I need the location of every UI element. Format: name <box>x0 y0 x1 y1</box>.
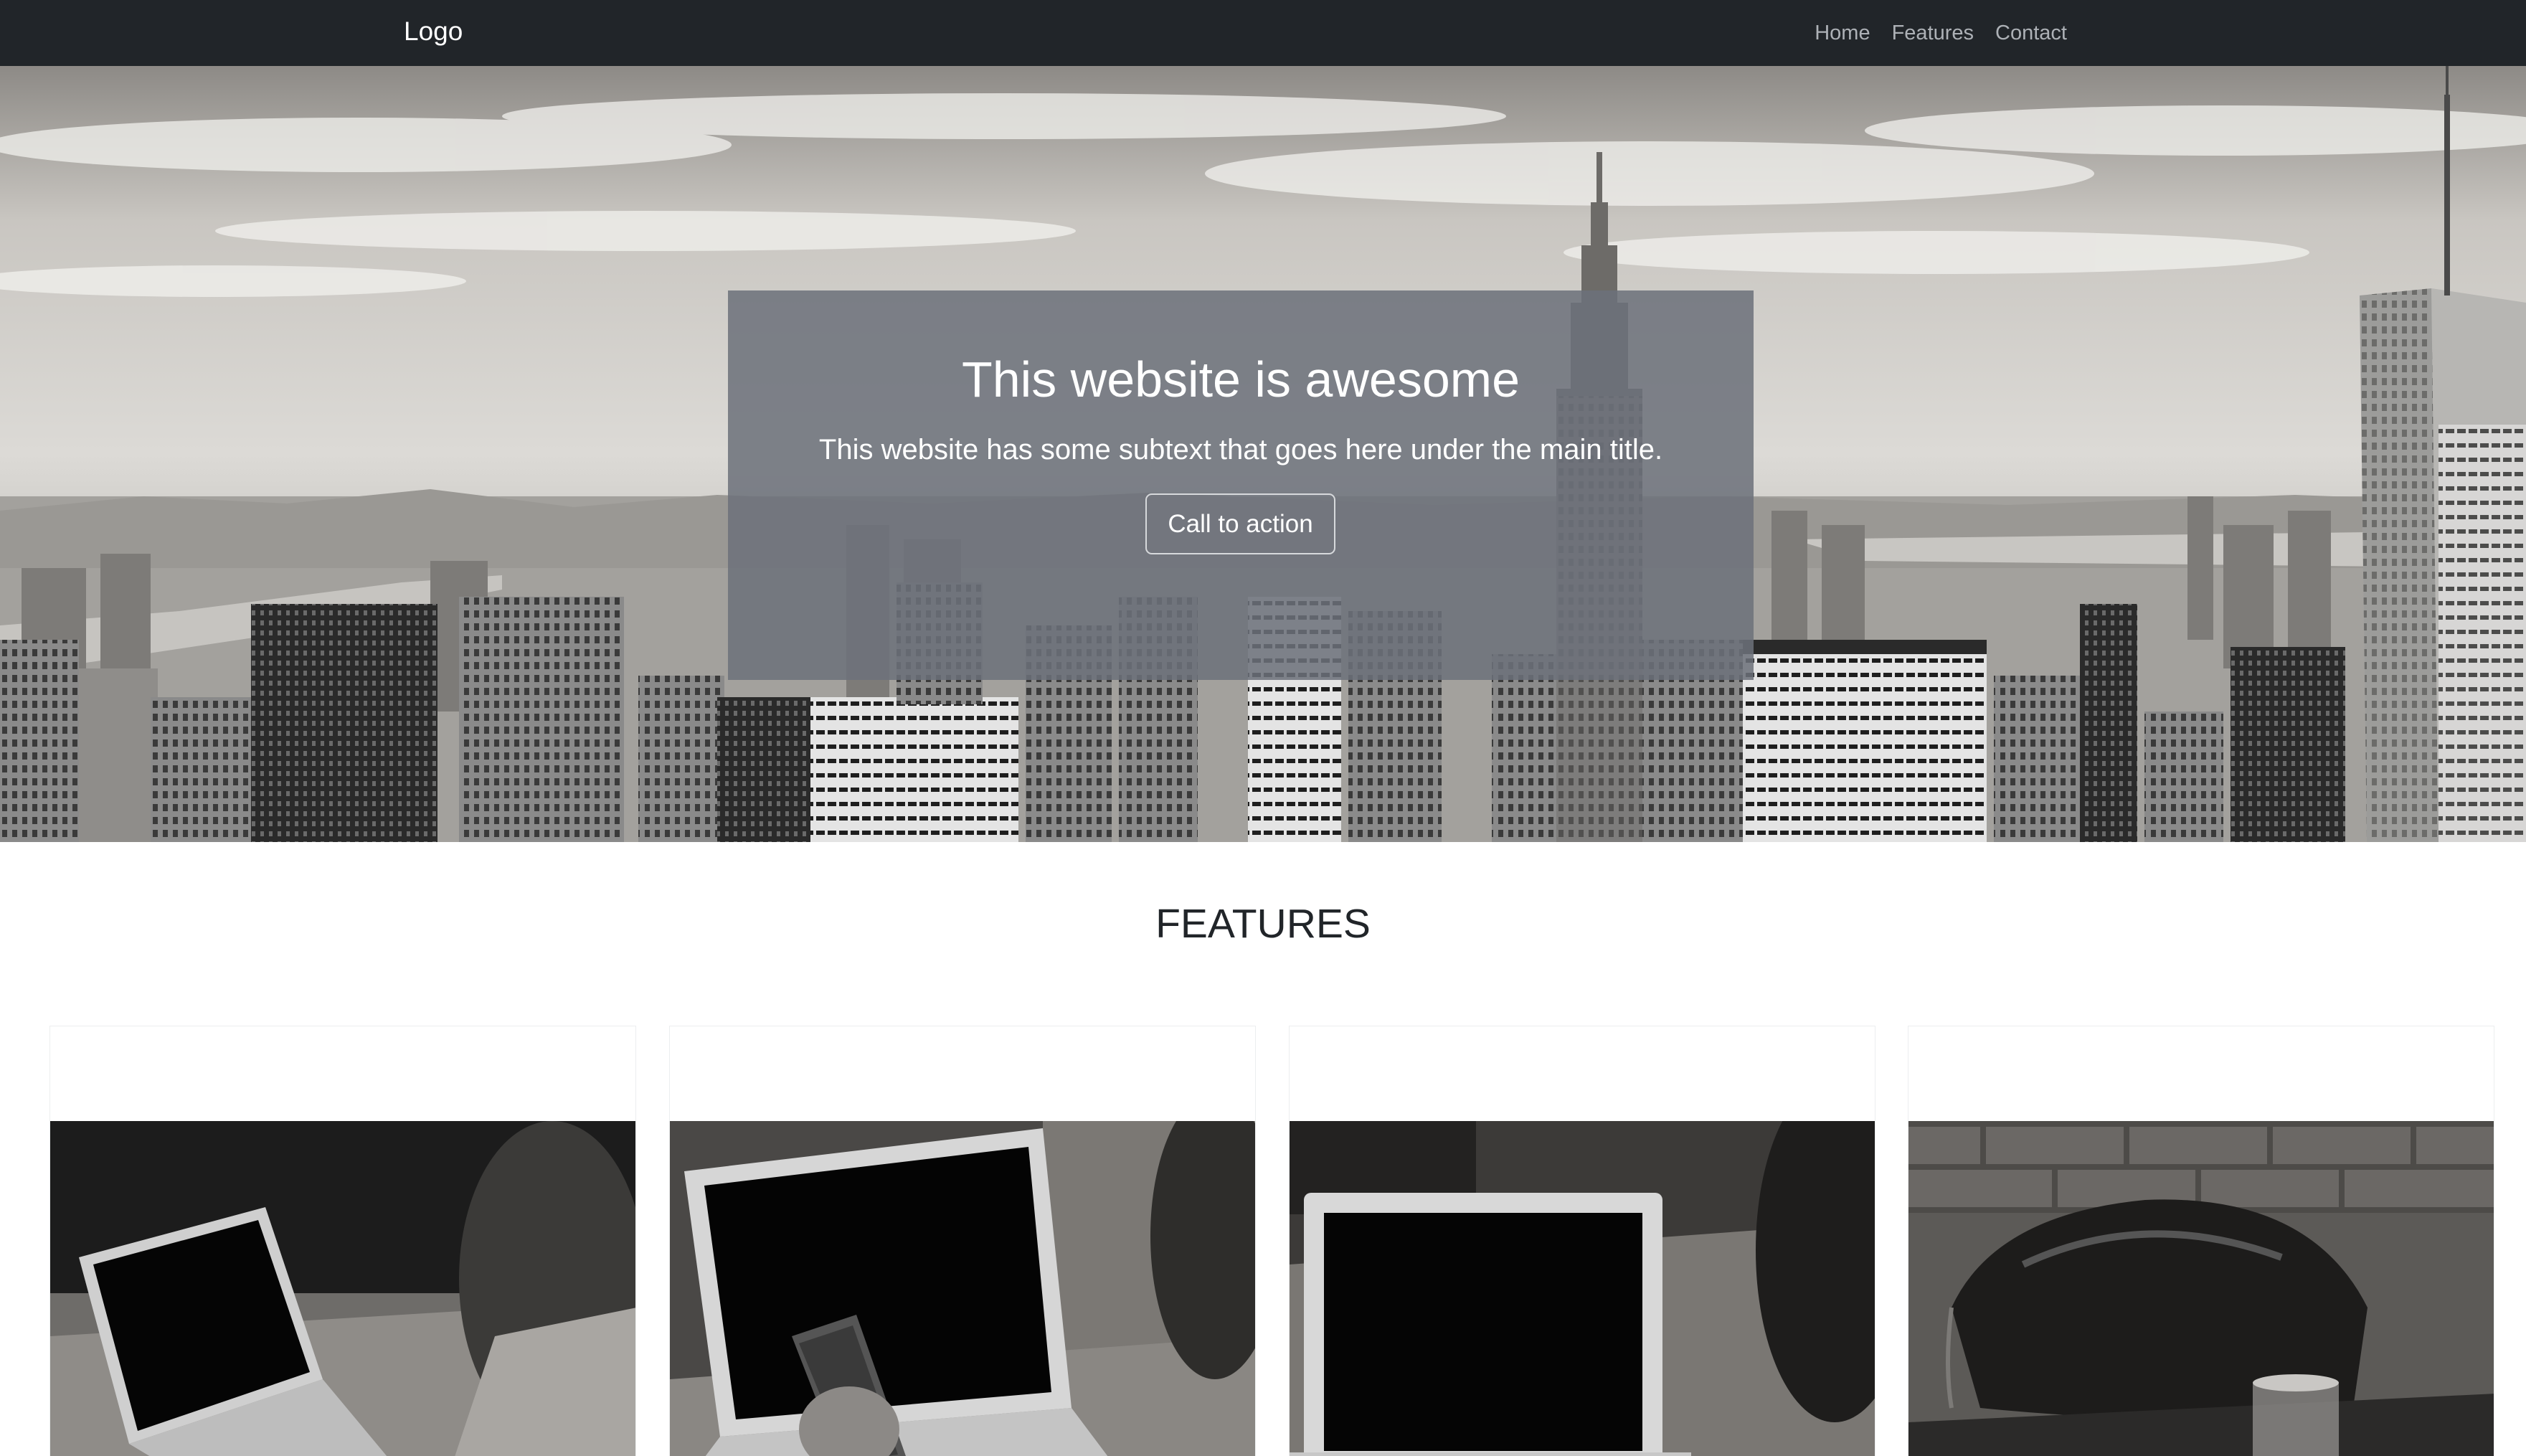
feature-card-2[interactable] <box>669 1026 1256 1456</box>
feature-card-image-4 <box>1908 1121 2494 1456</box>
feature-card-image-2 <box>670 1121 1255 1456</box>
logo-link[interactable]: Logo <box>404 0 463 66</box>
feature-card-image-3 <box>1290 1121 1875 1456</box>
feature-card-4[interactable] <box>1908 1026 2494 1456</box>
features-heading: FEATURES <box>1155 901 1371 947</box>
navbar: Logo Home Features Contact <box>0 0 2526 66</box>
nav-link-contact[interactable]: Contact <box>1995 22 2067 45</box>
bag-glass-photo <box>1908 1121 2494 1456</box>
hero-title: This website is awesome <box>961 351 1520 407</box>
laptop-phone-photo <box>670 1121 1255 1456</box>
feature-card-3[interactable] <box>1289 1026 1875 1456</box>
feature-card-1[interactable] <box>49 1026 636 1456</box>
nav-link-home[interactable]: Home <box>1815 22 1870 45</box>
nav-link-features[interactable]: Features <box>1892 22 1974 45</box>
hero-section: This website is awesome This website has… <box>0 66 2526 842</box>
hero-overlay: This website is awesome This website has… <box>728 290 1754 680</box>
feature-card-image-1 <box>50 1121 635 1456</box>
laptop-photo <box>50 1121 635 1456</box>
hero-subtitle: This website has some subtext that goes … <box>818 434 1663 465</box>
laptop-table-photo <box>1290 1121 1875 1456</box>
nav-links: Home Features Contact <box>1815 0 2067 66</box>
call-to-action-button[interactable]: Call to action <box>1145 493 1335 554</box>
